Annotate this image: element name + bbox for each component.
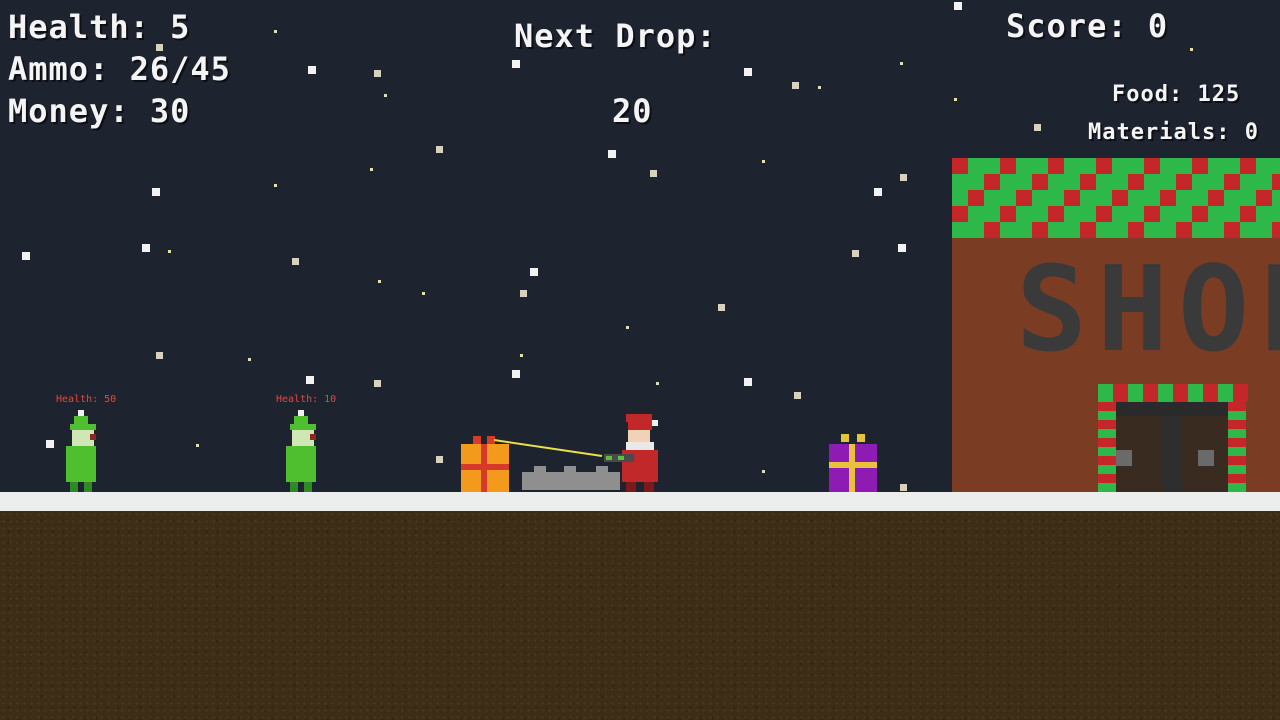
snowflake [530,268,538,276]
star-speck [370,168,373,171]
food-counter: Food: 125 [1112,82,1241,107]
snowflake [744,378,752,386]
star-speck [248,358,251,361]
money-counter: Money: 30 [8,92,191,130]
snow-ground [0,492,1280,511]
purple-gift-pickup[interactable] [829,434,877,492]
snowflake [1034,124,1041,131]
enemy-health-label: Health: 10 [276,394,337,405]
star-speck [656,382,659,385]
materials-counter: Materials: 0 [1088,120,1259,145]
star-speck [196,444,199,447]
santa-player[interactable] [604,414,662,492]
snowflake [874,188,882,196]
star-speck [1190,48,1193,51]
snowflake [374,70,381,77]
dirt-ground [0,511,1280,720]
snowflake [22,252,30,260]
bullet-trail [493,439,603,457]
enemy-health-label: Health: 50 [56,394,117,405]
next-drop-timer: 20 [612,92,653,130]
snowflake [792,82,799,89]
star-speck [900,62,903,65]
elf-sprite [66,410,96,492]
santa-sprite [604,414,658,492]
star-speck [274,184,277,187]
snowflake [512,370,520,378]
star-speck [520,354,523,357]
snowflake [308,66,316,74]
star-speck [422,292,425,295]
next-drop-label: Next Drop: [514,17,717,55]
star-speck [384,94,387,97]
snowflake [650,170,657,177]
snowflake [852,250,859,257]
snowflake [142,244,150,252]
star-speck [626,326,629,329]
snowflake [900,484,907,491]
elf-sprite [286,410,316,492]
ammo-counter: Ammo: 26/45 [8,50,231,88]
snowflake [152,188,160,196]
snowflake [436,146,443,153]
snowflake [306,376,314,384]
elf-enemy-2[interactable]: Health: 10 [276,394,336,492]
score-counter: Score: 0 [1006,7,1169,45]
snowflake [156,352,163,359]
star-speck [168,250,171,253]
game-scene[interactable]: Health: 5 Ammo: 26/45 Money: 30 Next Dro… [0,0,1280,720]
star-speck [274,30,277,33]
snowflake [898,244,906,252]
snowflake [46,440,54,448]
snowflake [608,150,616,158]
elf-enemy-1[interactable]: Health: 50 [56,394,116,492]
snowflake [374,380,381,387]
snowflake [794,392,801,399]
star-speck [954,98,957,101]
snowflake [718,304,725,311]
star-speck [762,160,765,163]
snowflake [292,258,299,265]
shop-building[interactable]: SHOP [952,158,1280,492]
snowflake [512,60,520,68]
star-speck [762,470,765,473]
star-speck [378,280,381,283]
snowflake [436,456,443,463]
snowflake [744,68,752,76]
shop-sign: SHOP [1016,240,1280,378]
star-speck [818,86,821,89]
snowflake [900,174,907,181]
gift-icon [829,434,877,492]
snowflake [954,2,962,10]
health-counter: Health: 5 [8,8,191,46]
snowflake [520,290,527,297]
